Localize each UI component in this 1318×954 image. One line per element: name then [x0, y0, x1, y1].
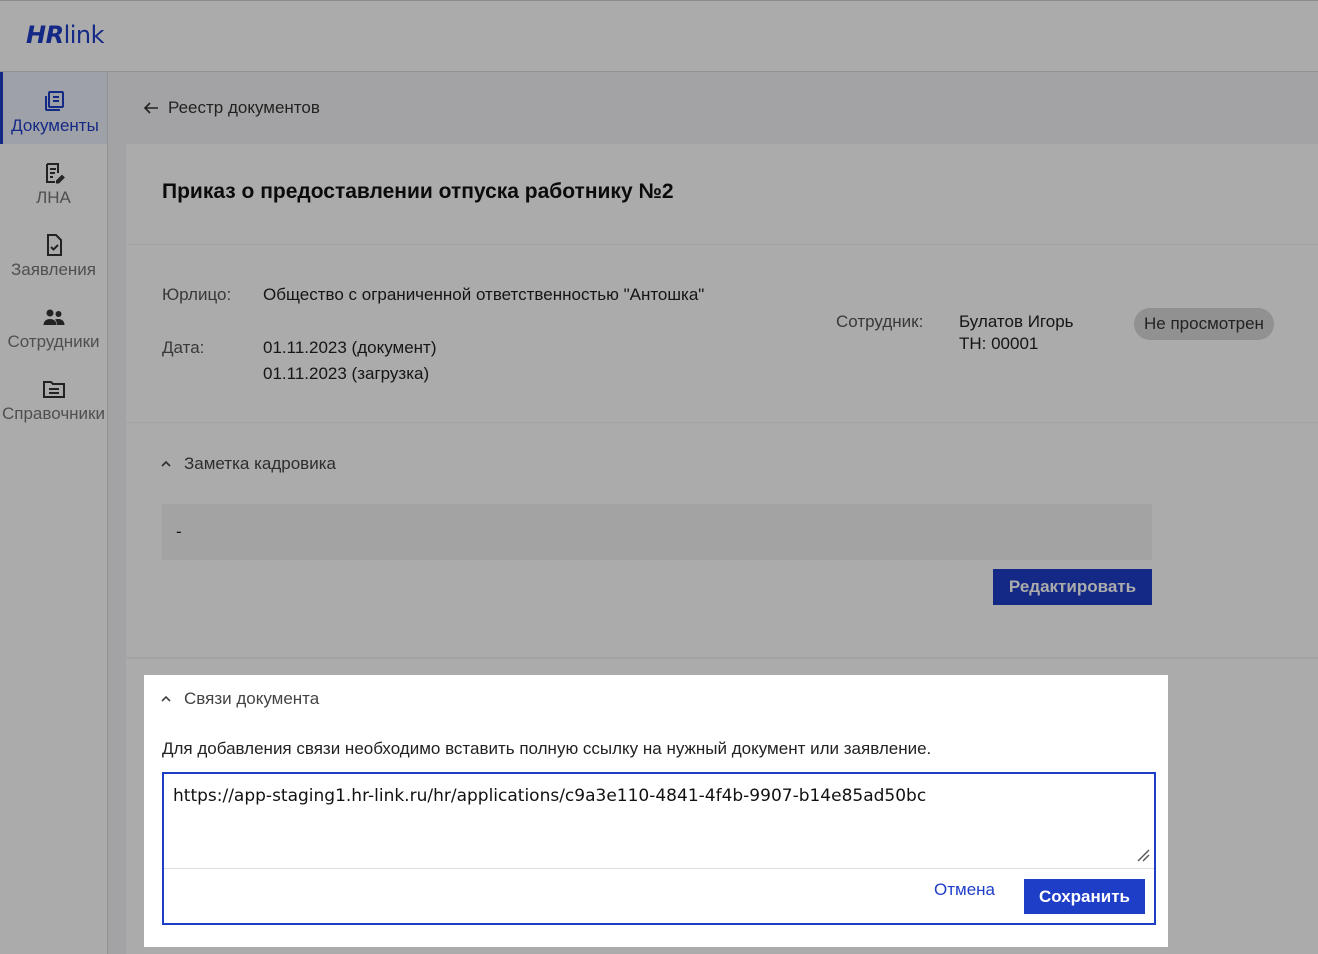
- date-label: Дата:: [162, 338, 205, 357]
- links-hint: Для добавления связи необходимо вставить…: [162, 739, 932, 758]
- chevron-up-icon: [161, 695, 171, 702]
- page-title: Приказ о предоставлении отпуска работник…: [162, 180, 674, 203]
- entity-value: Общество с ограниченной ответственностью…: [263, 285, 705, 304]
- logo-link-text: link: [63, 21, 105, 49]
- document-links-panel: Связи документа Для добавления связи нео…: [144, 675, 1168, 947]
- hr-note-toggle[interactable]: Заметка кадровика: [160, 454, 336, 474]
- chevron-up-icon: [161, 460, 171, 467]
- sidebar-item-applications[interactable]: Заявления: [0, 216, 107, 288]
- status-badge: Не просмотрен: [1134, 308, 1274, 340]
- lna-icon: [45, 163, 65, 184]
- hr-note-value: -: [162, 504, 1152, 560]
- sidebar: Документы ЛНА Заявления Сотрудники Справ…: [0, 72, 108, 954]
- back-to-registry-link[interactable]: Реестр документов: [142, 98, 320, 118]
- link-editor: https://app-staging1.hr-link.ru/hr/appli…: [162, 772, 1156, 925]
- employee-name[interactable]: Булатов Игорь: [959, 312, 1074, 332]
- hrlink-logo[interactable]: HRlink: [26, 21, 105, 49]
- arrow-left-icon: [143, 102, 158, 114]
- resize-handle-icon[interactable]: [1136, 848, 1150, 862]
- cancel-button[interactable]: Отмена: [934, 880, 995, 900]
- sidebar-item-lna[interactable]: ЛНА: [0, 144, 107, 216]
- sidebar-item-employees[interactable]: Сотрудники: [0, 288, 107, 360]
- employees-icon: [43, 309, 64, 325]
- links-title: Связи документа: [184, 689, 320, 708]
- editor-divider: [164, 868, 1154, 869]
- entity-label: Юрлицо:: [162, 285, 232, 304]
- applications-icon: [46, 234, 62, 256]
- sidebar-item-documents[interactable]: Документы: [0, 72, 107, 144]
- sidebar-item-label: Сотрудники: [7, 332, 100, 351]
- sidebar-item-label: Документы: [11, 116, 99, 135]
- date-document-value: 01.11.2023 (документ): [263, 338, 437, 357]
- sidebar-item-directories[interactable]: Справочники: [0, 360, 107, 432]
- edit-note-button[interactable]: Редактировать: [993, 569, 1152, 605]
- sidebar-item-label: ЛНА: [36, 188, 71, 207]
- employee-label: Сотрудник:: [836, 312, 924, 331]
- logo-hr-text: HR: [26, 21, 64, 49]
- back-link-label: Реестр документов: [168, 98, 320, 117]
- hr-note-title: Заметка кадровика: [184, 454, 336, 473]
- sidebar-item-label: Справочники: [2, 404, 105, 423]
- links-toggle[interactable]: Связи документа: [160, 689, 319, 709]
- top-header: HRlink: [0, 0, 1318, 72]
- save-button[interactable]: Сохранить: [1024, 879, 1145, 914]
- documents-icon: [45, 91, 64, 111]
- link-url-input[interactable]: https://app-staging1.hr-link.ru/hr/appli…: [173, 786, 926, 806]
- directories-icon: [42, 381, 65, 398]
- employee-tn: ТН: 00001: [959, 334, 1039, 353]
- date-upload-value: 01.11.2023 (загрузка): [263, 364, 430, 383]
- sidebar-item-label: Заявления: [10, 260, 97, 279]
